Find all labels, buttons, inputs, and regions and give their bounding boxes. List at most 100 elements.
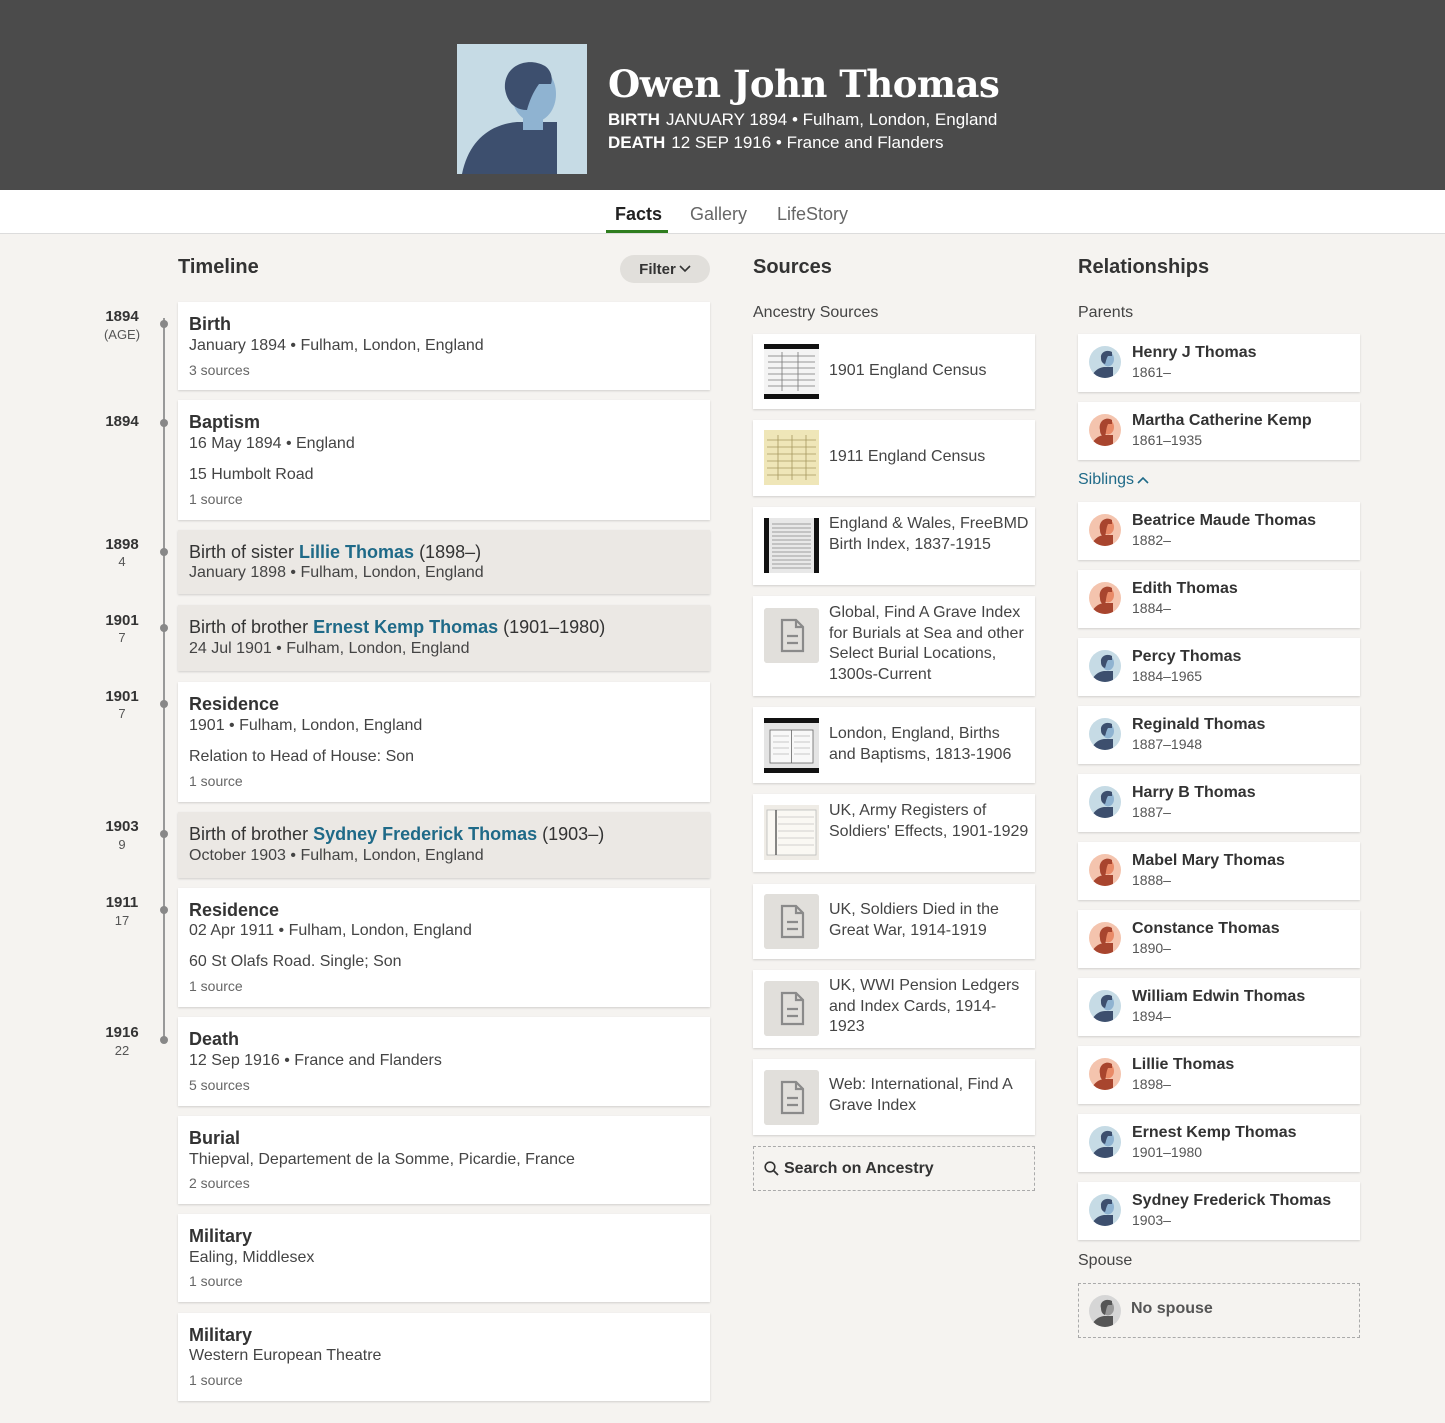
relative-card-parent[interactable]: Martha Catherine Kemp 1861–1935 <box>1078 402 1360 460</box>
event-card-military[interactable]: Military Western European Theatre 1 sour… <box>178 1313 710 1401</box>
birth-label: BIRTH <box>608 110 660 129</box>
event-card-military[interactable]: Military Ealing, Middlesex 1 source <box>178 1214 710 1302</box>
event-card-burial[interactable]: Burial Thiepval, Departement de la Somme… <box>178 1116 710 1204</box>
document-icon <box>764 608 819 663</box>
relative-link[interactable]: Sydney Frederick Thomas <box>313 824 537 844</box>
source-card[interactable]: 1901 England Census <box>753 334 1035 409</box>
female-avatar-icon <box>1089 922 1121 954</box>
event-card-sister-birth[interactable]: Birth of sister Lillie Thomas (1898–) Ja… <box>178 530 710 594</box>
relative-card-sibling[interactable]: Reginald Thomas 1887–1948 <box>1078 706 1360 764</box>
relative-name: Sydney Frederick Thomas <box>1132 1192 1332 1209</box>
source-card[interactable]: UK, Army Registers of Soldiers' Effects,… <box>753 794 1035 872</box>
event-sources[interactable]: 5 sources <box>189 1077 250 1093</box>
relative-dates: 1894– <box>1132 1008 1171 1024</box>
source-card[interactable]: 1911 England Census <box>753 420 1035 496</box>
event-card-brother-birth[interactable]: Birth of brother Sydney Frederick Thomas… <box>178 812 710 878</box>
timeline-age: 4 <box>118 554 126 569</box>
relative-name: Constance Thomas <box>1132 920 1280 937</box>
event-card-baptism[interactable]: Baptism 16 May 1894 • England 15 Humbolt… <box>178 400 710 520</box>
relative-link[interactable]: Ernest Kemp Thomas <box>313 617 498 637</box>
relative-dates: 1888– <box>1132 872 1171 888</box>
census-image-icon <box>764 344 819 399</box>
filter-button[interactable]: Filter <box>620 255 710 283</box>
relative-card-sibling[interactable]: Percy Thomas 1884–1965 <box>1078 638 1360 696</box>
event-title: Birth of brother Ernest Kemp Thomas (190… <box>189 617 605 638</box>
relative-name: Percy Thomas <box>1132 648 1242 665</box>
tab-lifestory[interactable]: LifeStory <box>777 204 848 225</box>
birth-value: JANUARY 1894 • Fulham, London, England <box>665 110 998 129</box>
source-card[interactable]: England & Wales, FreeBMD Birth Index, 18… <box>753 507 1035 585</box>
relative-card-sibling[interactable]: Lillie Thomas 1898– <box>1078 1046 1360 1104</box>
event-card-death[interactable]: Death 12 Sep 1916 • France and Flanders … <box>178 1017 710 1106</box>
female-avatar-icon <box>1089 1058 1121 1090</box>
search-on-ancestry-button[interactable]: Search on Ancestry <box>753 1146 1035 1191</box>
event-sources[interactable]: 2 sources <box>189 1175 250 1191</box>
relative-card-sibling[interactable]: Sydney Frederick Thomas 1903– <box>1078 1182 1360 1240</box>
relative-card-sibling[interactable]: Ernest Kemp Thomas 1901–1980 <box>1078 1114 1360 1172</box>
add-spouse-card[interactable]: No spouse <box>1078 1283 1360 1338</box>
relative-name: Ernest Kemp Thomas <box>1132 1124 1297 1141</box>
event-title: Burial <box>189 1128 241 1148</box>
event-description: 60 St Olafs Road. Single; Son <box>189 953 402 970</box>
event-sources[interactable]: 1 source <box>189 491 243 507</box>
timeline-year: 1916 <box>105 1024 139 1041</box>
source-card[interactable]: Web: International, Find A Grave Index <box>753 1059 1035 1135</box>
relative-card-sibling[interactable]: William Edwin Thomas 1894– <box>1078 978 1360 1036</box>
event-title-prefix: Birth of brother <box>189 824 314 844</box>
event-card-birth[interactable]: Birth January 1894 • Fulham, London, Eng… <box>178 302 710 390</box>
relative-card-sibling[interactable]: Constance Thomas 1890– <box>1078 910 1360 968</box>
profile-portrait[interactable] <box>457 44 587 174</box>
male-avatar-icon <box>1089 718 1121 750</box>
birth-summary: BIRTH JANUARY 1894 • Fulham, London, Engl… <box>608 110 997 130</box>
source-card[interactable]: Global, Find A Grave Index for Burials a… <box>753 596 1035 696</box>
search-on-ancestry-label: Search on Ancestry <box>784 1159 934 1177</box>
event-sources[interactable]: 3 sources <box>189 362 250 378</box>
event-sources[interactable]: 1 source <box>189 1273 243 1289</box>
male-avatar-icon <box>1089 990 1121 1022</box>
source-title: UK, Soldiers Died in the Great War, 1914… <box>829 901 999 939</box>
source-card[interactable]: UK, WWI Pension Ledgers and Index Cards,… <box>753 970 1035 1048</box>
relative-name: Edith Thomas <box>1132 580 1238 597</box>
event-title-prefix: Birth of brother <box>189 617 314 637</box>
event-sources[interactable]: 1 source <box>189 1372 243 1388</box>
relative-card-sibling[interactable]: Harry B Thomas 1887– <box>1078 774 1360 832</box>
relative-name: Mabel Mary Thomas <box>1132 852 1285 869</box>
tab-facts[interactable]: Facts <box>615 204 662 225</box>
register-image-icon <box>764 718 819 773</box>
source-title: England & Wales, FreeBMD Birth Index, 18… <box>829 515 1029 553</box>
relative-dates: 1903– <box>1132 1212 1171 1228</box>
event-card-brother-birth[interactable]: Birth of brother Ernest Kemp Thomas (190… <box>178 605 710 671</box>
source-title: Web: International, Find A Grave Index <box>829 1076 1012 1114</box>
event-sources[interactable]: 1 source <box>189 978 243 994</box>
source-card[interactable]: London, England, Births and Baptisms, 18… <box>753 707 1035 783</box>
tab-gallery[interactable]: Gallery <box>690 204 747 225</box>
timeline-age: 7 <box>118 630 126 645</box>
relative-card-sibling[interactable]: Beatrice Maude Thomas 1882– <box>1078 502 1360 560</box>
spouse-label: Spouse <box>1078 1252 1133 1269</box>
relative-card-parent[interactable]: Henry J Thomas 1861– <box>1078 334 1360 392</box>
timeline-year: 1894 <box>105 308 139 325</box>
unknown-person-avatar-icon <box>1089 1295 1121 1327</box>
tab-bar: Facts Gallery LifeStory <box>0 190 1445 234</box>
event-date-place: 12 Sep 1916 • France and Flanders <box>189 1052 442 1069</box>
relative-card-sibling[interactable]: Mabel Mary Thomas 1888– <box>1078 842 1360 900</box>
timeline-dot <box>160 906 168 914</box>
male-avatar-icon <box>1089 786 1121 818</box>
timeline-age: 9 <box>118 837 126 852</box>
relative-card-sibling[interactable]: Edith Thomas 1884– <box>1078 570 1360 628</box>
event-title: Birth of sister Lillie Thomas (1898–) <box>189 542 481 563</box>
event-date-place: 1901 • Fulham, London, England <box>189 717 423 734</box>
event-date-place: January 1898 • Fulham, London, England <box>189 564 484 581</box>
siblings-toggle[interactable]: Siblings <box>1078 471 1149 489</box>
relative-dates: 1901–1980 <box>1132 1144 1203 1160</box>
source-card[interactable]: UK, Soldiers Died in the Great War, 1914… <box>753 884 1035 959</box>
event-date-place: January 1894 • Fulham, London, England <box>189 337 484 354</box>
event-sources[interactable]: 1 source <box>189 773 243 789</box>
timeline-year: 1901 <box>105 688 139 705</box>
relative-link[interactable]: Lillie Thomas <box>299 542 414 562</box>
event-date-place: 16 May 1894 • England <box>189 435 355 452</box>
timeline-age: 7 <box>118 706 126 721</box>
event-card-residence[interactable]: Residence 1901 • Fulham, London, England… <box>178 682 710 802</box>
event-card-residence[interactable]: Residence 02 Apr 1911 • Fulham, London, … <box>178 888 710 1007</box>
event-title-prefix: Birth of sister <box>189 542 300 562</box>
